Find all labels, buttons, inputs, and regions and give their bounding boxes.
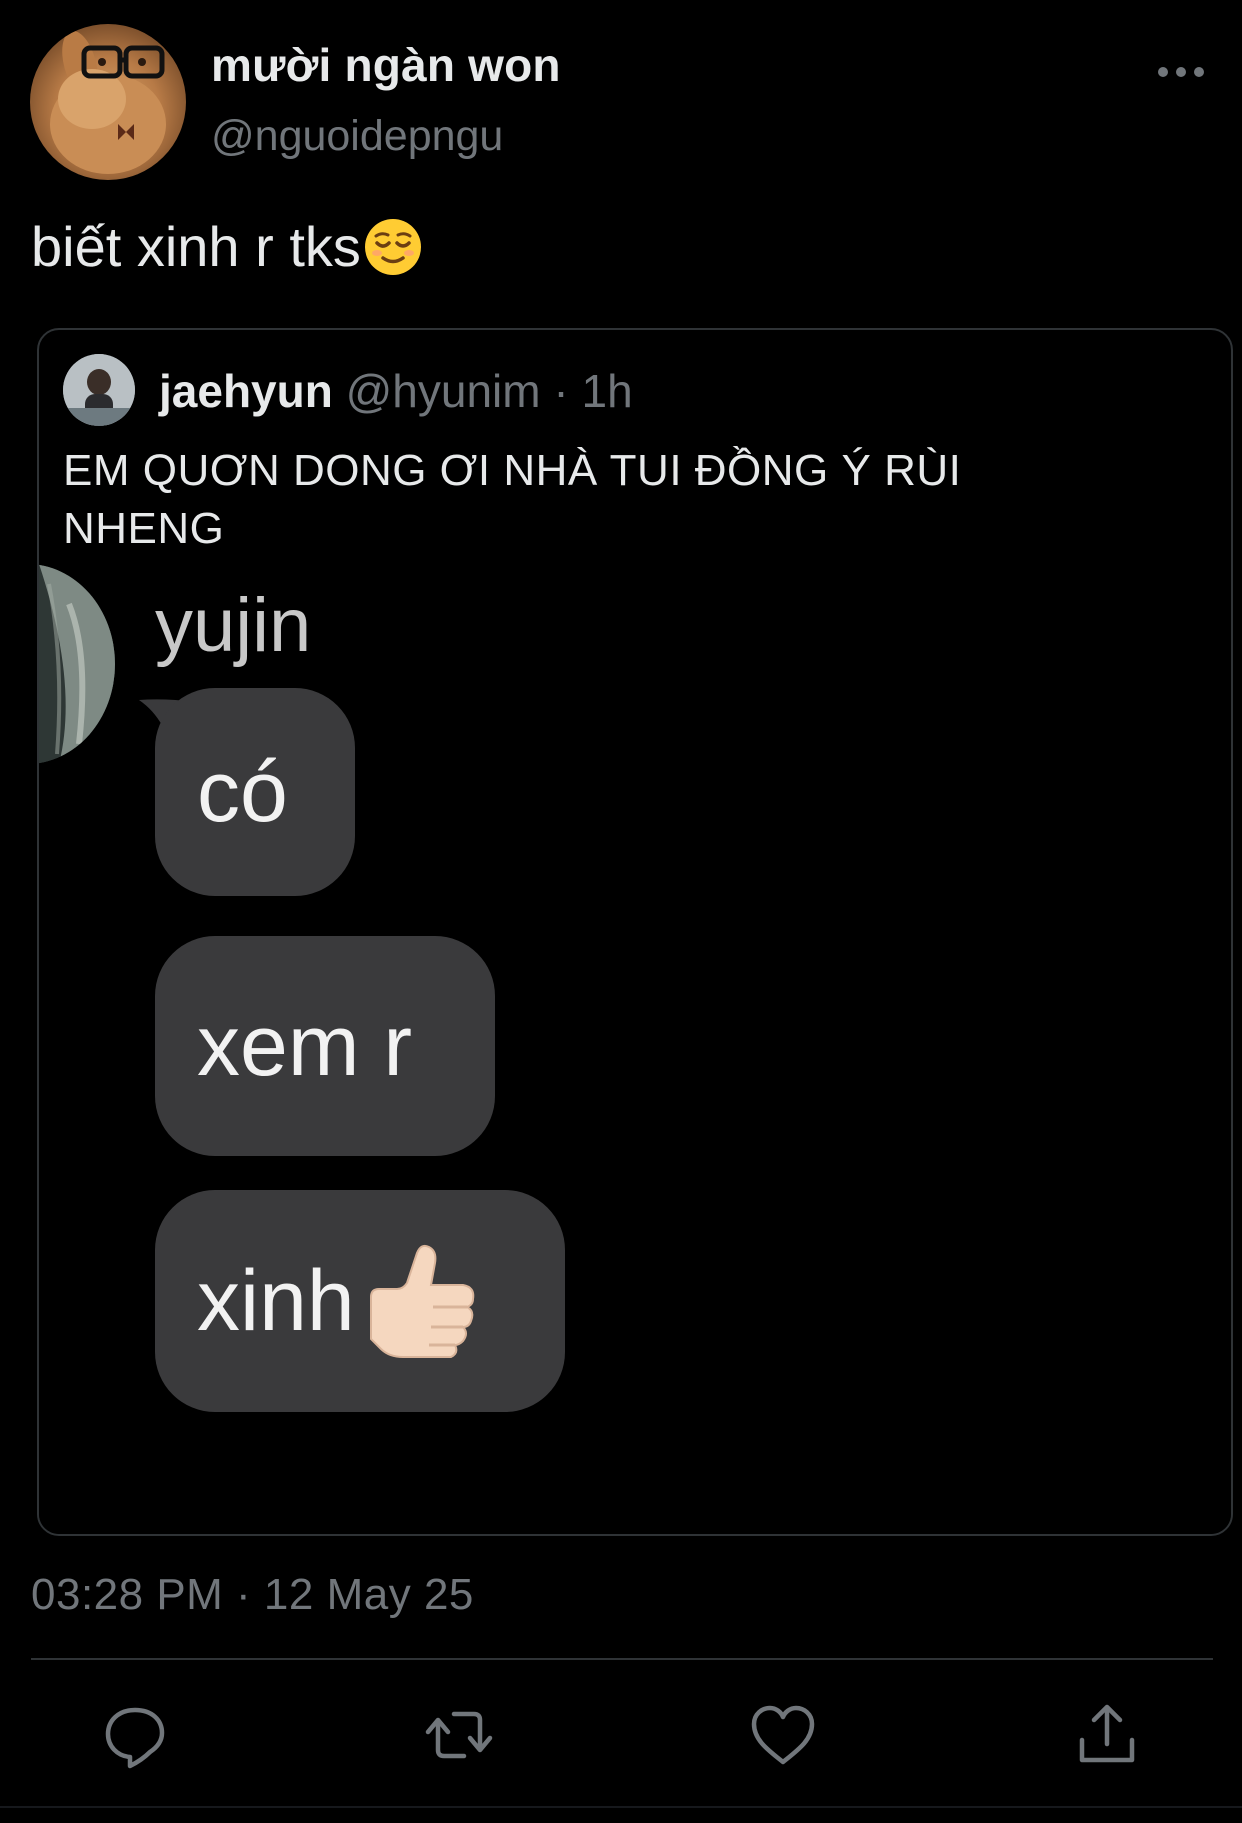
bunny-with-glasses-image <box>50 30 166 174</box>
chat-message: có <box>197 743 288 840</box>
quoted-tweet-header: jaehyun @hyunim · 1h <box>159 364 633 418</box>
author-avatar[interactable] <box>30 24 186 180</box>
bottom-divider <box>0 1806 1242 1808</box>
header-separator: · <box>553 365 569 417</box>
heart-icon[interactable] <box>748 1700 818 1770</box>
chat-message: xinh <box>197 1252 355 1349</box>
chat-bubble: có <box>155 688 355 896</box>
thumbs-up-emoji-icon <box>363 1239 481 1363</box>
retweet-icon[interactable] <box>424 1700 494 1770</box>
chat-sender-name: yujin <box>155 583 312 668</box>
chat-sender-avatar <box>39 564 115 764</box>
author-handle[interactable]: @nguoidepngu <box>211 112 503 161</box>
tweet-text-content: biết xinh r tks <box>31 215 361 278</box>
author-display-name[interactable]: mười ngàn won <box>211 38 561 92</box>
chat-bubble: xem r <box>155 936 495 1156</box>
share-icon[interactable] <box>1072 1700 1142 1770</box>
relieved-face-emoji-icon <box>363 217 423 277</box>
chat-bubble: xinh <box>155 1190 565 1412</box>
quoted-tweet-text: EM QUƠN DONG ƠI NHÀ TUI ĐỒNG Ý RÙI NHENG <box>63 446 962 553</box>
quoted-tweet-card[interactable]: jaehyun @hyunim · 1h EM QUƠN DONG ƠI NHÀ… <box>37 328 1233 1536</box>
tweet-text: biết xinh r tks <box>31 214 423 279</box>
quoted-author-handle[interactable]: @hyunim <box>346 365 541 417</box>
tweet-timestamp[interactable]: 03:28 PM · 12 May 25 <box>31 1570 474 1620</box>
chat-message: xem r <box>197 997 412 1094</box>
quoted-tweet-time[interactable]: 1h <box>581 365 632 417</box>
quoted-tweet-image[interactable]: yujin có xem r xinh <box>39 552 1231 1534</box>
more-options-icon[interactable] <box>1156 60 1206 84</box>
quoted-author-name[interactable]: jaehyun <box>159 365 333 417</box>
reply-icon[interactable] <box>100 1700 170 1770</box>
divider <box>31 1658 1213 1660</box>
quoted-author-avatar[interactable] <box>63 354 135 426</box>
